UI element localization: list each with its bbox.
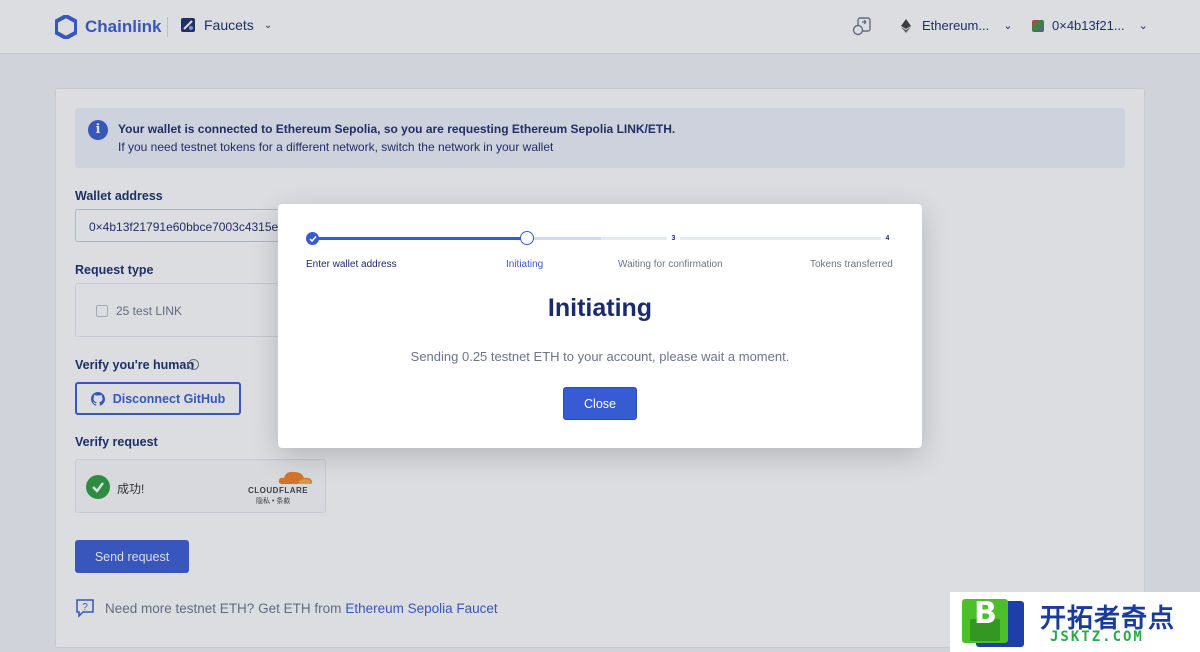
progress-modal: 3 4 Enter wallet address Initiating Wait… — [278, 204, 922, 448]
step-4-label: Tokens transferred — [810, 259, 893, 270]
modal-message: Sending 0.25 testnet ETH to your account… — [410, 349, 790, 364]
step-2-active — [520, 231, 534, 245]
site-watermark: B 开拓者奇点 JSKTZ.COM — [950, 592, 1200, 652]
step-1-label: Enter wallet address — [306, 259, 397, 270]
step-3-marker: 3 — [667, 232, 680, 245]
progress-fill — [312, 237, 527, 240]
step-1-done — [306, 232, 319, 245]
step-2-label: Initiating — [506, 259, 544, 270]
watermark-domain: JSKTZ.COM — [1050, 629, 1144, 645]
progress-fill-partial — [527, 237, 601, 240]
check-icon — [308, 235, 317, 242]
step-4-marker: 4 — [881, 232, 894, 245]
modal-title: Initiating — [547, 294, 653, 322]
step-3-label: Waiting for confirmation — [618, 259, 723, 270]
watermark-letter: B — [974, 596, 997, 631]
close-button[interactable]: Close — [563, 387, 637, 420]
